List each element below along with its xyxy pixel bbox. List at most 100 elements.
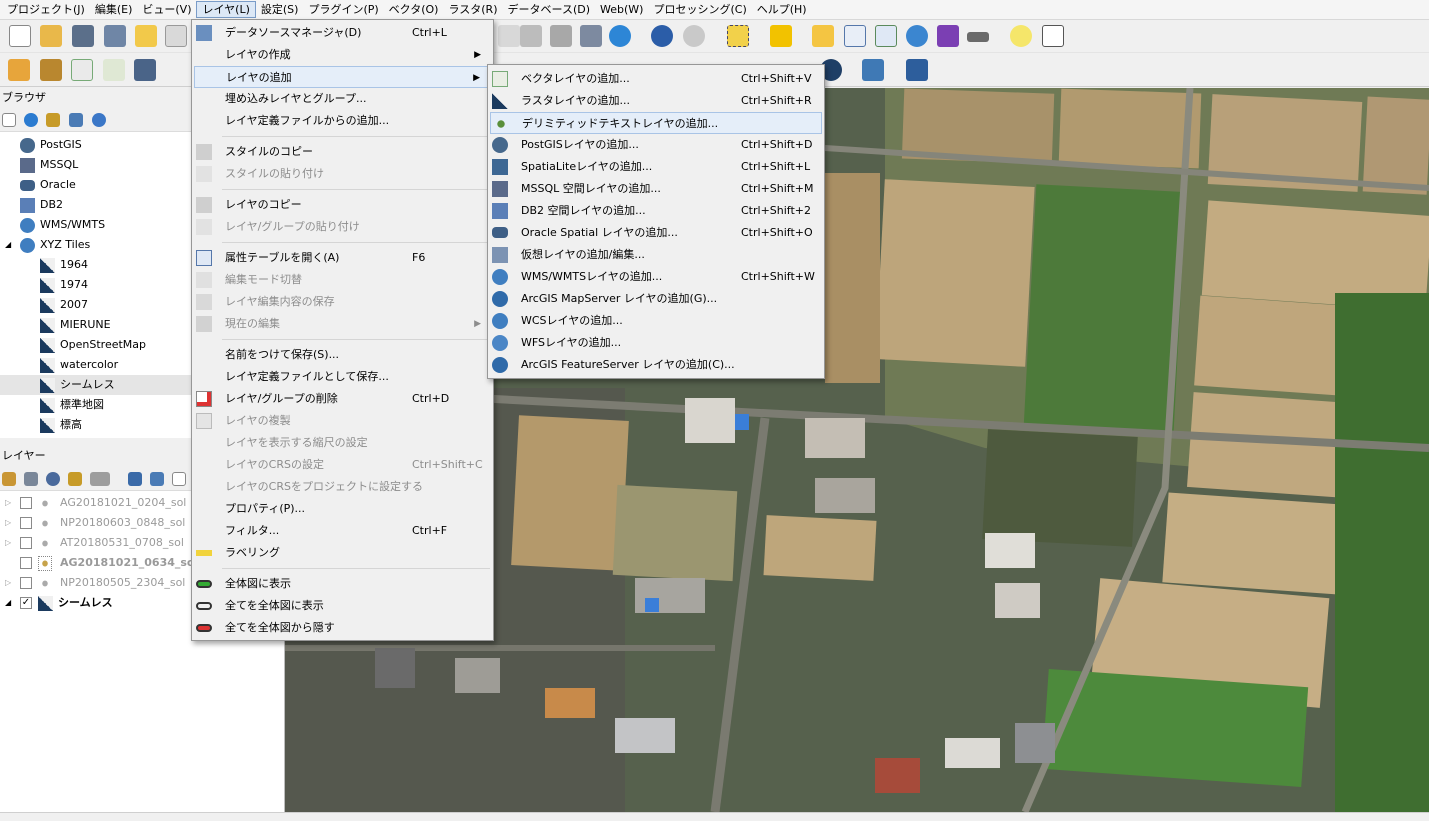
menu-item-toggle-editing[interactable]: 編集モード切替 — [194, 269, 491, 291]
add-vector-icon[interactable] — [71, 59, 93, 81]
menu-layer[interactable]: レイヤ(L) — [196, 1, 256, 18]
menu-item-properties[interactable]: プロパティ(P)... — [194, 498, 491, 520]
menu-item-copy-style[interactable]: スタイルのコピー — [194, 141, 491, 163]
open-project-icon[interactable] — [40, 25, 62, 47]
refresh-icon[interactable] — [24, 113, 38, 127]
add-group-icon[interactable] — [24, 472, 38, 486]
menu-item-add-mssql[interactable]: MSSQL 空間レイヤの追加... Ctrl+Shift+M — [490, 178, 822, 200]
menu-raster[interactable]: ラスタ(R) — [443, 1, 502, 19]
menu-item-paste-style[interactable]: スタイルの貼り付け — [194, 163, 491, 185]
menu-item-add-wms[interactable]: WMS/WMTSレイヤの追加... Ctrl+Shift+W — [490, 266, 822, 288]
menu-item-remove-layer[interactable]: レイヤ/グループの削除 Ctrl+D — [194, 388, 491, 410]
statistics-sigma-icon[interactable] — [937, 25, 959, 47]
zoom-last-icon[interactable] — [498, 25, 520, 47]
touch-zoom-icon[interactable] — [683, 25, 705, 47]
layer-visibility-checkbox[interactable] — [20, 577, 32, 589]
help-icon[interactable] — [906, 59, 928, 81]
menu-item-add-wfs[interactable]: WFSレイヤの追加... — [490, 332, 822, 354]
menu-processing[interactable]: プロセッシング(C) — [648, 1, 751, 19]
menu-item-add-delimited-text[interactable]: デリミティッドテキストレイヤの追加... — [490, 112, 822, 134]
menu-vector[interactable]: ベクタ(O) — [384, 1, 444, 19]
menu-item-add-raster[interactable]: ラスタレイヤの追加... Ctrl+Shift+R — [490, 90, 822, 112]
refresh-icon-gray[interactable] — [580, 25, 602, 47]
expression-filter-icon[interactable] — [90, 472, 110, 486]
expand-arrow-icon[interactable]: ◢ — [5, 593, 11, 613]
menu-item-scale-visibility[interactable]: レイヤを表示する縮尺の設定 — [194, 432, 491, 454]
menu-item-filter[interactable]: フィルタ... Ctrl+F — [194, 520, 491, 542]
remove-layer-icon[interactable] — [172, 472, 186, 486]
filter-icon[interactable] — [68, 472, 82, 486]
save-edits-icon[interactable] — [134, 59, 156, 81]
layer-visibility-checkbox[interactable] — [20, 557, 32, 569]
menu-help[interactable]: ヘルプ(H) — [752, 1, 812, 19]
attribute-table-icon[interactable] — [844, 25, 866, 47]
python-console-icon[interactable] — [862, 59, 884, 81]
menu-item-add-virtual[interactable]: 仮想レイヤの追加/編集... — [490, 244, 822, 266]
map-tips-icon[interactable] — [1010, 25, 1032, 47]
menu-item-show-in-overview[interactable]: 全体図に表示 — [194, 573, 491, 595]
menu-item-add-from-definition[interactable]: レイヤ定義ファイルからの追加... — [194, 110, 491, 132]
show-bookmarks-icon[interactable] — [550, 25, 572, 47]
expand-arrow-icon[interactable]: ▷ — [5, 533, 11, 553]
expand-arrow-icon[interactable]: ▷ — [5, 493, 11, 513]
menu-item-add-oracle[interactable]: Oracle Spatial レイヤの追加... Ctrl+Shift+O — [490, 222, 822, 244]
info-icon[interactable] — [92, 113, 106, 127]
menu-item-add-arcgis-mapserver[interactable]: ArcGIS MapServer レイヤの追加(G)... — [490, 288, 822, 310]
menu-item-save-layer-edits[interactable]: レイヤ編集内容の保存 — [194, 291, 491, 313]
menu-item-labeling[interactable]: ラベリング — [194, 542, 491, 564]
expand-all-icon[interactable] — [128, 472, 142, 486]
filter-icon[interactable] — [46, 113, 60, 127]
menu-item-add-postgis[interactable]: PostGISレイヤの追加... Ctrl+Shift+D — [490, 134, 822, 156]
print-layout-icon[interactable] — [135, 25, 157, 47]
style-icon[interactable] — [2, 472, 16, 486]
deselect-icon[interactable] — [812, 25, 834, 47]
layer-visibility-checkbox[interactable]: ✓ — [20, 597, 32, 609]
menu-item-hide-all-overview[interactable]: 全てを全体図から隠す — [194, 617, 491, 639]
processing-toolbox-icon[interactable] — [906, 25, 928, 47]
digitize-icon[interactable] — [103, 59, 125, 81]
collapse-all-icon[interactable] — [69, 113, 83, 127]
select-features-icon[interactable] — [727, 25, 749, 47]
expand-arrow-icon[interactable]: ◢ — [5, 235, 11, 255]
menu-item-set-layer-crs[interactable]: レイヤのCRSの設定 Ctrl+Shift+C — [194, 454, 491, 476]
attribute-select-icon[interactable] — [770, 25, 792, 47]
menu-item-open-attribute-table[interactable]: 属性テーブルを開く(A) F6 — [194, 247, 491, 269]
collapse-all-icon[interactable] — [150, 472, 164, 486]
save-project-icon[interactable] — [72, 25, 94, 47]
menu-item-duplicate-layer[interactable]: レイヤの複製 — [194, 410, 491, 432]
new-bookmark-icon[interactable] — [520, 25, 542, 47]
save-as-icon[interactable] — [104, 25, 126, 47]
menu-web[interactable]: Web(W) — [595, 1, 648, 19]
layer-visibility-checkbox[interactable] — [20, 517, 32, 529]
layer-visibility-checkbox[interactable] — [20, 537, 32, 549]
menu-item-add-db2[interactable]: DB2 空間レイヤの追加... Ctrl+Shift+2 — [490, 200, 822, 222]
new-project-icon[interactable] — [9, 25, 31, 47]
expand-arrow-icon[interactable]: ▷ — [5, 573, 11, 593]
menu-item-save-as[interactable]: 名前をつけて保存(S)... — [194, 344, 491, 366]
menu-project[interactable]: プロジェクト(J) — [2, 1, 90, 19]
menu-item-add-vector[interactable]: ベクタレイヤの追加... Ctrl+Shift+V — [490, 68, 822, 90]
menu-item-add-wcs[interactable]: WCSレイヤの追加... — [490, 310, 822, 332]
menu-view[interactable]: ビュー(V) — [137, 1, 196, 19]
add-raster-icon[interactable] — [40, 59, 62, 81]
menu-item-save-definition[interactable]: レイヤ定義ファイルとして保存... — [194, 366, 491, 388]
text-annotation-icon[interactable] — [1042, 25, 1064, 47]
menu-item-current-edits[interactable]: 現在の編集 ▶ — [194, 313, 491, 335]
add-selected-icon[interactable] — [2, 113, 16, 127]
identify-icon[interactable] — [651, 25, 673, 47]
menu-item-embed-layers[interactable]: 埋め込みレイヤとグループ... — [194, 88, 491, 110]
manage-layers-icon[interactable] — [8, 59, 30, 81]
menu-item-create-layer[interactable]: レイヤの作成 ▶ — [194, 44, 491, 66]
menu-item-add-spatialite[interactable]: SpatiaLiteレイヤの追加... Ctrl+Shift+L — [490, 156, 822, 178]
menu-item-show-all-overview[interactable]: 全てを全体図に表示 — [194, 595, 491, 617]
layer-visibility-checkbox[interactable] — [20, 497, 32, 509]
measure-icon[interactable] — [967, 32, 989, 42]
layout-manager-icon[interactable] — [165, 25, 187, 47]
menu-item-add-layer[interactable]: レイヤの追加 ▶ — [194, 66, 491, 88]
field-calculator-icon[interactable] — [875, 25, 897, 47]
eye-icon[interactable] — [46, 472, 60, 486]
menu-item-datasource-manager[interactable]: データソースマネージャ(D) Ctrl+L — [194, 22, 491, 44]
menu-item-copy-layer[interactable]: レイヤのコピー — [194, 194, 491, 216]
menu-database[interactable]: データベース(D) — [503, 1, 596, 19]
menu-item-set-project-crs[interactable]: レイヤのCRSをプロジェクトに設定する — [194, 476, 491, 498]
